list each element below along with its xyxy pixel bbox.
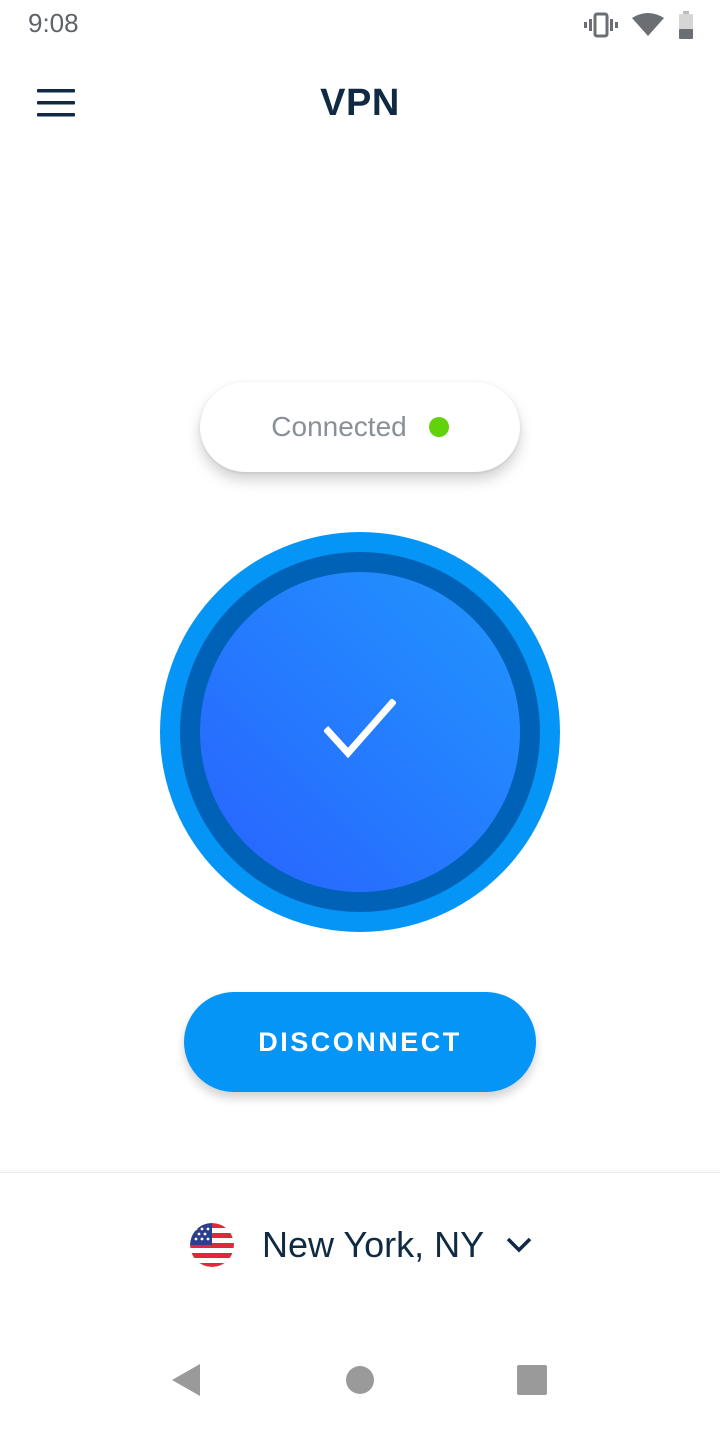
app-bar: VPN bbox=[0, 60, 720, 150]
back-icon bbox=[172, 1364, 200, 1396]
home-button[interactable] bbox=[330, 1350, 390, 1410]
wifi-icon bbox=[632, 13, 664, 37]
location-label: New York, NY bbox=[262, 1224, 485, 1265]
system-nav-bar bbox=[0, 1320, 720, 1440]
status-icons bbox=[584, 10, 694, 40]
connection-ring bbox=[180, 552, 540, 912]
back-button[interactable] bbox=[156, 1350, 216, 1410]
connection-core bbox=[200, 572, 520, 892]
connection-status-pill: Connected bbox=[200, 382, 520, 472]
vibrate-icon bbox=[584, 12, 618, 38]
recents-button[interactable] bbox=[502, 1350, 562, 1410]
status-bar: 9:08 bbox=[0, 0, 720, 50]
home-icon bbox=[346, 1366, 374, 1394]
recents-icon bbox=[517, 1365, 547, 1395]
checkmark-icon bbox=[323, 697, 397, 766]
disconnect-button[interactable]: DISCONNECT bbox=[184, 992, 536, 1092]
page-title: VPN bbox=[320, 82, 400, 124]
connection-status-text: Connected bbox=[271, 411, 407, 442]
location-bar: New York, NY bbox=[0, 1172, 720, 1320]
location-selector[interactable]: New York, NY bbox=[190, 1217, 532, 1273]
connection-status-dot bbox=[428, 417, 449, 437]
chevron-down-icon bbox=[506, 1237, 532, 1253]
status-time: 9:08 bbox=[28, 8, 79, 38]
battery-icon bbox=[678, 11, 694, 39]
us-flag-icon bbox=[190, 1223, 234, 1267]
vpn-screen: 9:08 VPN Connected DISCONNECT New York, … bbox=[0, 0, 720, 1440]
connection-toggle-circle[interactable] bbox=[160, 532, 560, 932]
